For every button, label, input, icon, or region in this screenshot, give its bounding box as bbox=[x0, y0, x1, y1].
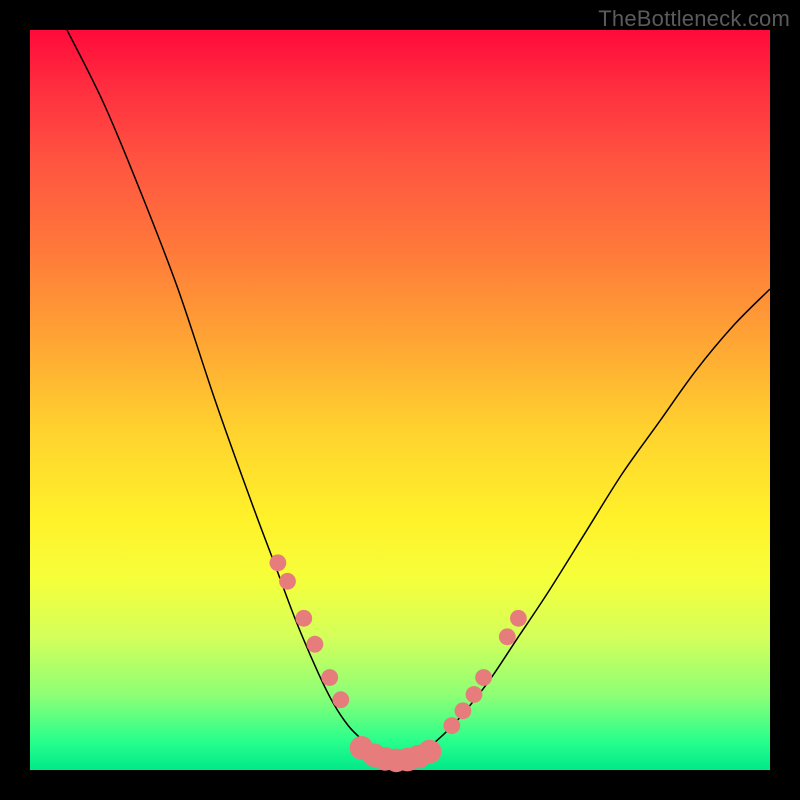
curve-layer bbox=[30, 30, 770, 770]
curve-marker bbox=[475, 669, 492, 686]
curve-marker bbox=[466, 686, 483, 703]
chart-frame: TheBottleneck.com bbox=[0, 0, 800, 800]
curve-marker bbox=[321, 669, 338, 686]
watermark-text: TheBottleneck.com bbox=[598, 6, 790, 32]
curve-marker bbox=[332, 691, 349, 708]
bottleneck-curve bbox=[67, 30, 770, 760]
curve-marker bbox=[499, 628, 516, 645]
plot-area bbox=[30, 30, 770, 770]
curve-marker bbox=[510, 610, 527, 627]
curve-marker bbox=[270, 554, 287, 571]
curve-marker bbox=[443, 717, 460, 734]
curve-marker bbox=[295, 610, 312, 627]
curve-marker bbox=[307, 636, 324, 653]
curve-markers bbox=[270, 554, 527, 772]
curve-marker bbox=[279, 573, 296, 590]
curve-marker bbox=[418, 740, 442, 764]
curve-marker bbox=[455, 702, 472, 719]
